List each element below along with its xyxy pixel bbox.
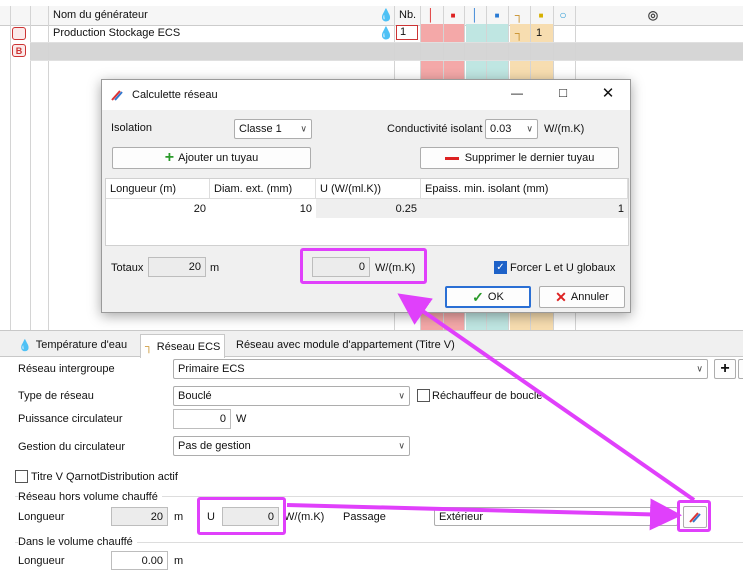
arrow-button-to-dialog: [397, 293, 696, 502]
arrow-u-to-button: [286, 498, 682, 531]
annotation-arrows: [286, 293, 696, 531]
